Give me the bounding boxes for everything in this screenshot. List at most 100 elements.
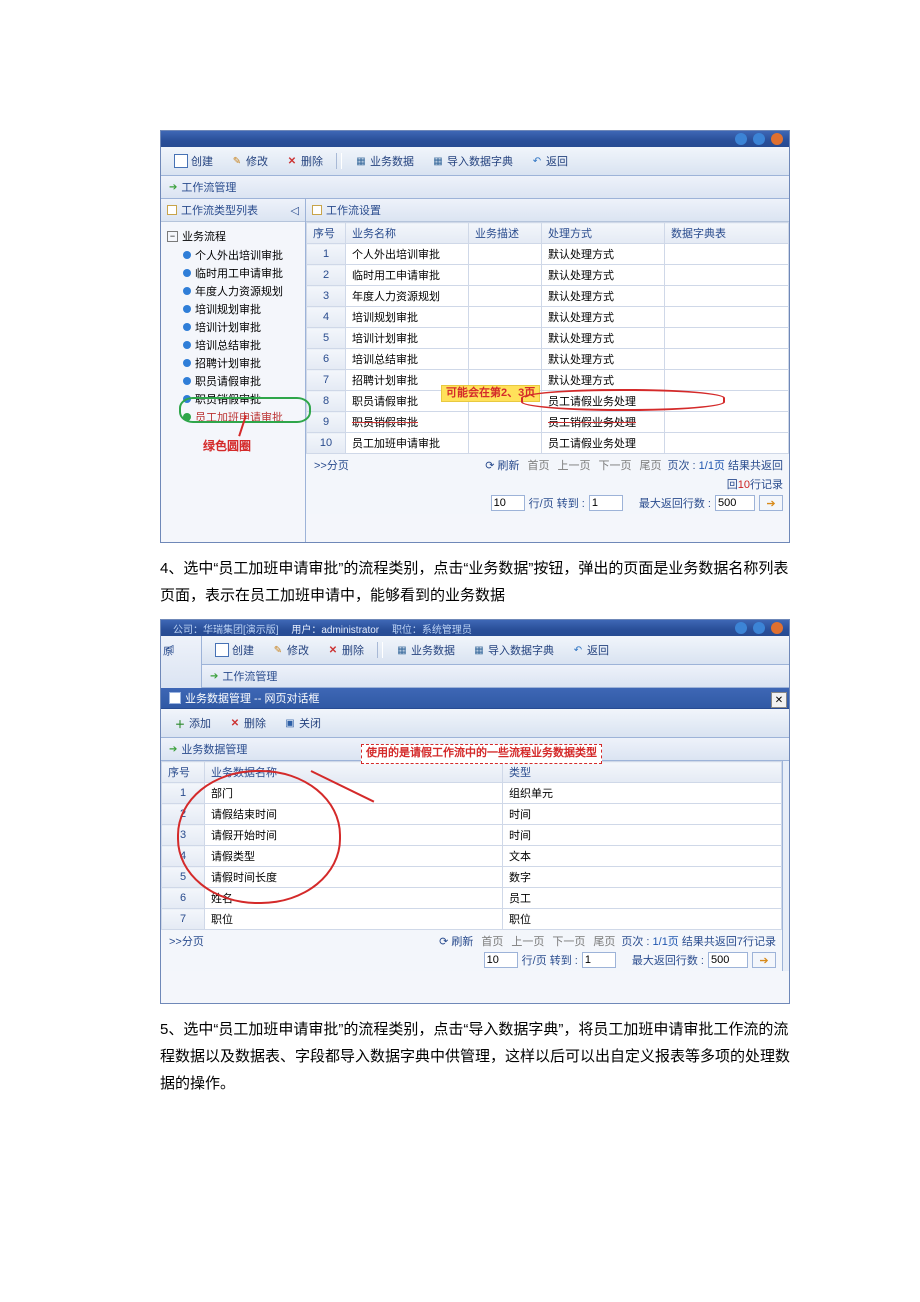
col-mode: 处理方式 xyxy=(542,223,665,244)
table-row[interactable]: 1部门组织单元 xyxy=(162,783,782,804)
tree-item[interactable]: 临时用工申请审批 xyxy=(183,264,301,282)
tree-item[interactable]: 个人外出培训审批 xyxy=(183,246,301,264)
table-row[interactable]: 6姓名员工 xyxy=(162,888,782,909)
help-icon[interactable] xyxy=(753,622,765,634)
new-button[interactable]: 创建 xyxy=(210,640,259,660)
dialog-toolbar: ＋添加 ✕删除 ▣关闭 xyxy=(161,709,789,738)
toolbar-main: 创建 ✎修改 ✕删除 ▦业务数据 ▦导入数据字典 ↶返回 xyxy=(202,636,789,665)
rows-per-page-input[interactable] xyxy=(484,952,518,968)
go-button[interactable]: ➔ xyxy=(759,495,783,511)
table-row[interactable]: 4培训规划审批默认处理方式 xyxy=(307,307,789,328)
cell xyxy=(469,244,542,265)
max-rows-input[interactable] xyxy=(715,495,755,511)
refresh-link[interactable]: ⟳ 刷新 xyxy=(437,933,475,949)
table-row[interactable]: 6培训总结审批默认处理方式 xyxy=(307,349,789,370)
minimize-icon[interactable] xyxy=(735,133,747,145)
result-count: 回10行记录 xyxy=(727,476,783,492)
titlebar xyxy=(161,131,789,147)
close-button[interactable]: ▣关闭 xyxy=(279,713,326,733)
rows-per-page-input[interactable] xyxy=(491,495,525,511)
edit-button[interactable]: ✎修改 xyxy=(267,640,314,660)
tree-item[interactable]: 职员销假审批 xyxy=(183,390,301,408)
cell: 员工销假业务处理 xyxy=(542,412,665,433)
cell: 数字 xyxy=(503,867,782,888)
bizdata-button[interactable]: ▦业务数据 xyxy=(391,640,460,660)
help-icon[interactable] xyxy=(753,133,765,145)
table-row[interactable]: 5请假时间长度数字 xyxy=(162,867,782,888)
paragraph-5: 5、选中“员工加班申请审批”的流程类别，点击“导入数据字典”，将员工加班申请审批… xyxy=(160,1016,790,1097)
cell: 年度人力资源规划 xyxy=(346,286,469,307)
node-icon xyxy=(183,341,191,349)
tree-item-label: 培训总结审批 xyxy=(195,337,261,353)
first-link[interactable]: 首页 xyxy=(479,933,505,949)
importdict-button[interactable]: ▦导入数据字典 xyxy=(427,151,518,171)
collapse-icon[interactable]: ◁ xyxy=(291,204,299,217)
tree-item-label: 个人外出培训审批 xyxy=(195,247,283,263)
add-button[interactable]: ＋添加 xyxy=(169,713,216,733)
new-button[interactable]: 创建 xyxy=(169,151,218,171)
back-button[interactable]: ↶返回 xyxy=(526,151,573,171)
next-link[interactable]: 下一页 xyxy=(550,933,587,949)
tree-item[interactable]: 培训总结审批 xyxy=(183,336,301,354)
table-row[interactable]: 3请假开始时间时间 xyxy=(162,825,782,846)
importdict-button[interactable]: ▦导入数据字典 xyxy=(468,640,559,660)
goto-page-input[interactable] xyxy=(589,495,623,511)
table-row[interactable]: 2请假结束时间时间 xyxy=(162,804,782,825)
expand-icon[interactable]: − xyxy=(167,231,178,242)
back-button[interactable]: ↶返回 xyxy=(567,640,614,660)
delete-button[interactable]: ✕删除 xyxy=(281,151,328,171)
table-row[interactable]: 1个人外出培训审批默认处理方式 xyxy=(307,244,789,265)
cell xyxy=(469,328,542,349)
bizdata-button[interactable]: ▦业务数据 xyxy=(350,151,419,171)
node-icon xyxy=(183,413,191,421)
next-link[interactable]: 下一页 xyxy=(596,457,633,473)
table-row[interactable]: 2临时用工申请审批默认处理方式 xyxy=(307,265,789,286)
last-link[interactable]: 尾页 xyxy=(637,457,663,473)
node-icon xyxy=(183,251,191,259)
cell: 4 xyxy=(162,846,205,867)
table-row[interactable]: 3年度人力资源规划默认处理方式 xyxy=(307,286,789,307)
tree-item[interactable]: 培训规划审批 xyxy=(183,300,301,318)
bizdata-label: 业务数据 xyxy=(411,642,455,658)
table-row[interactable]: 4请假类型文本 xyxy=(162,846,782,867)
dialog-subtitle-text: 业务数据管理 xyxy=(181,741,247,757)
max-rows-input[interactable] xyxy=(708,952,748,968)
data-icon: ▦ xyxy=(396,644,408,656)
table-row[interactable]: 10员工加班申请审批员工请假业务处理 xyxy=(307,433,789,454)
edit-button[interactable]: ✎修改 xyxy=(226,151,273,171)
tree-item[interactable]: 职员请假审批 xyxy=(183,372,301,390)
delete-icon: ✕ xyxy=(229,717,241,729)
first-link[interactable]: 首页 xyxy=(525,457,551,473)
prev-link[interactable]: 上一页 xyxy=(555,457,592,473)
close-window-icon[interactable] xyxy=(771,622,783,634)
max-rows-label: 最大返回行数 : xyxy=(639,495,711,511)
close-window-icon[interactable] xyxy=(771,133,783,145)
table-row[interactable]: 5培训计划审批默认处理方式 xyxy=(307,328,789,349)
refresh-link[interactable]: ⟳ 刷新 xyxy=(483,457,521,473)
table-row[interactable]: 7招聘计划审批默认处理方式 xyxy=(307,370,789,391)
split-link[interactable]: >>分页 xyxy=(167,933,206,949)
dialog-file-icon xyxy=(169,692,181,704)
split-link[interactable]: >>分页 xyxy=(312,457,351,473)
cell: 职位 xyxy=(503,909,782,930)
delete-button[interactable]: ✕删除 xyxy=(322,640,369,660)
go-button[interactable]: ➔ xyxy=(752,952,776,968)
delete-button[interactable]: ✕删除 xyxy=(224,713,271,733)
scrollbar-right[interactable] xyxy=(782,761,789,971)
table-row[interactable]: 9职员销假审批员工销假业务处理 xyxy=(307,412,789,433)
minimize-icon[interactable] xyxy=(735,622,747,634)
dict-icon: ▦ xyxy=(432,155,444,167)
tree-item[interactable]: 招聘计划审批 xyxy=(183,354,301,372)
cell: 4 xyxy=(307,307,346,328)
prev-link[interactable]: 上一页 xyxy=(509,933,546,949)
subtitle-text: 工作流管理 xyxy=(222,668,277,684)
dialog-close-button[interactable]: ✕ xyxy=(771,692,787,708)
table-row[interactable]: 7职位职位 xyxy=(162,909,782,930)
table-row[interactable]: 8职员请假审批员工请假业务处理 xyxy=(307,391,789,412)
cell: 默认处理方式 xyxy=(542,328,665,349)
tree-root[interactable]: − 业务流程 xyxy=(167,226,301,246)
tree-item[interactable]: 培训计划审批 xyxy=(183,318,301,336)
last-link[interactable]: 尾页 xyxy=(591,933,617,949)
tree-item[interactable]: 年度人力资源规划 xyxy=(183,282,301,300)
goto-page-input[interactable] xyxy=(582,952,616,968)
